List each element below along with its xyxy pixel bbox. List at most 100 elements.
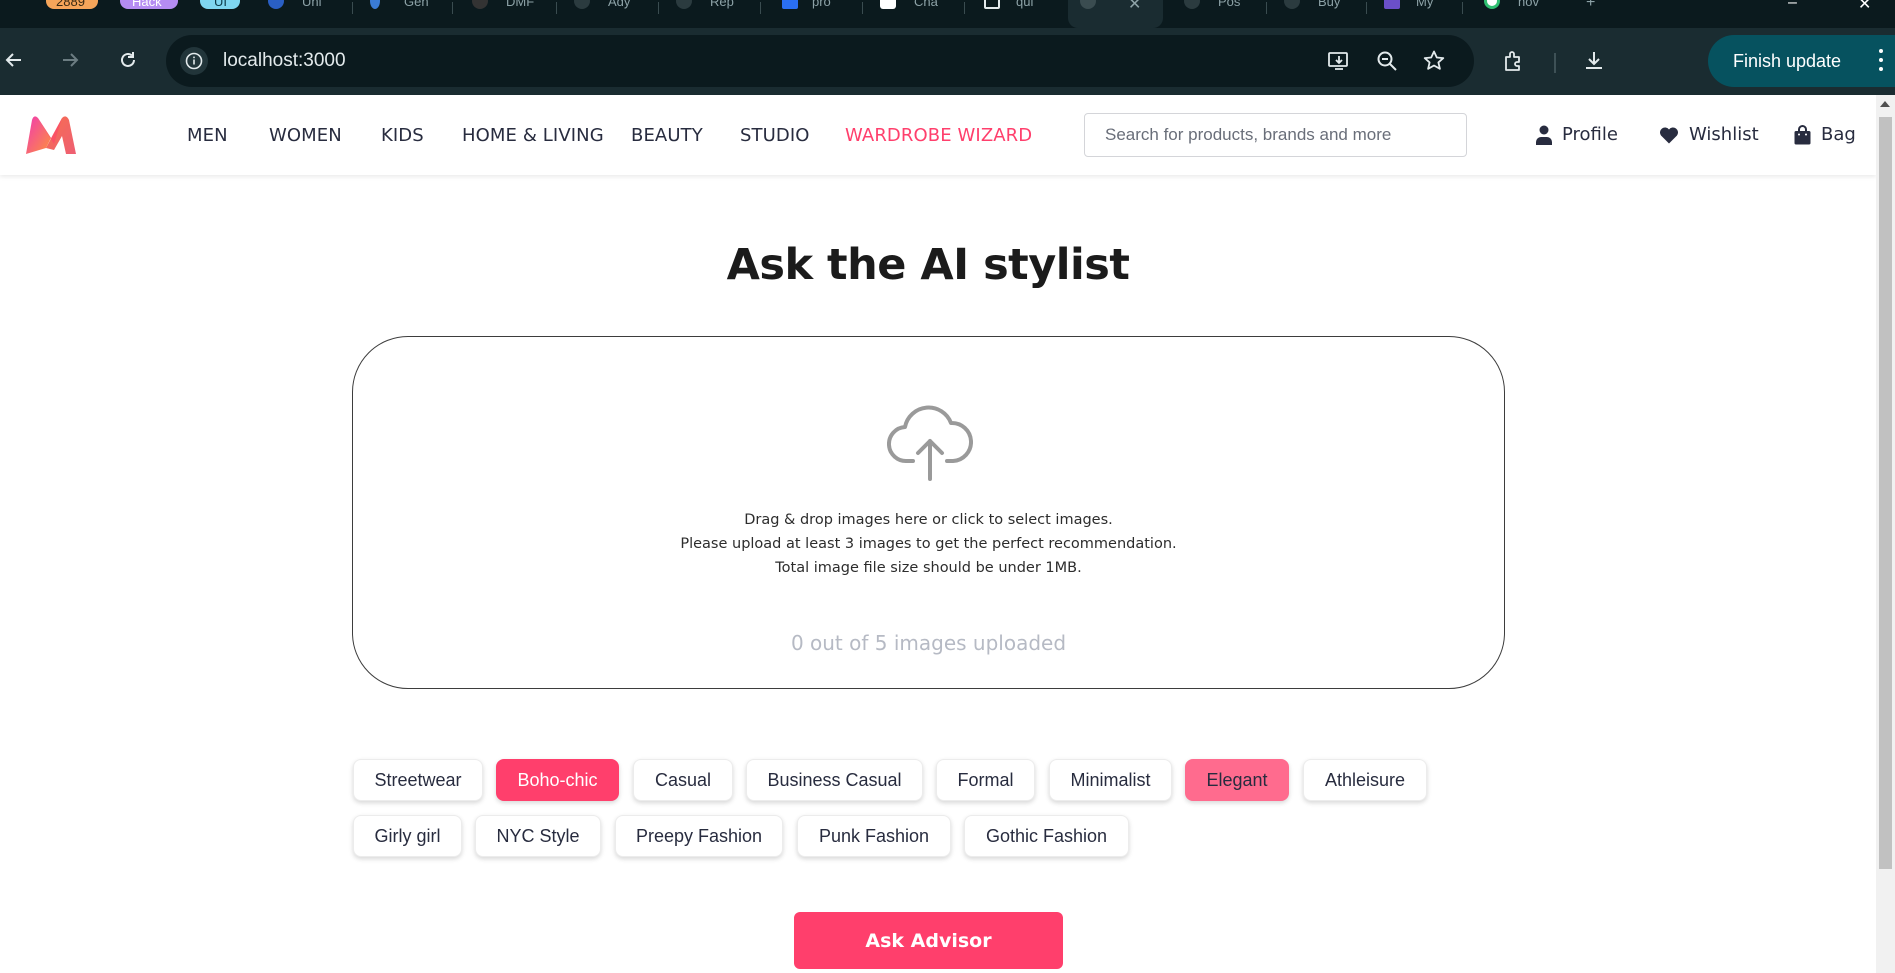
tab-title[interactable]: Cha — [914, 0, 938, 9]
page-scrollbar[interactable] — [1876, 95, 1895, 973]
tab-favicon — [370, 0, 380, 9]
tab-title[interactable]: qui — [1016, 0, 1033, 9]
nav-home-living[interactable]: HOME & LIVING — [462, 125, 604, 146]
toolbar-divider — [1554, 53, 1556, 73]
tab-separator — [658, 2, 659, 14]
new-tab-icon[interactable]: + — [1586, 0, 1595, 12]
tab-favicon — [472, 0, 488, 9]
scroll-thumb[interactable] — [1879, 117, 1892, 869]
forward-arrow-icon — [63, 53, 79, 67]
nav-kids[interactable]: KIDS — [381, 125, 424, 146]
bag-icon — [1794, 124, 1811, 144]
style-chip-streetwear[interactable]: Streetwear — [353, 759, 483, 801]
downloads-icon[interactable] — [1576, 43, 1612, 79]
style-chip-athleisure[interactable]: Athleisure — [1303, 759, 1427, 801]
tab-title[interactable]: Ady — [608, 0, 630, 9]
tab-favicon — [782, 0, 798, 9]
tab-separator — [1266, 2, 1267, 14]
zoom-icon[interactable] — [1374, 48, 1400, 74]
close-tab-icon[interactable]: ✕ — [1128, 0, 1141, 14]
bag-button[interactable]: Bag — [1794, 124, 1856, 145]
tab-separator — [1462, 2, 1463, 14]
style-chip-casual[interactable]: Casual — [633, 759, 733, 801]
tab-title[interactable]: hov — [1518, 0, 1539, 9]
wishlist-button[interactable]: Wishlist — [1659, 124, 1759, 145]
bookmark-star-icon[interactable] — [1421, 48, 1447, 74]
style-chip-elegant[interactable]: Elegant — [1185, 759, 1289, 801]
tab-separator — [556, 2, 557, 14]
heart-icon — [1660, 127, 1678, 143]
tab-favicon — [676, 0, 692, 9]
bag-label: Bag — [1821, 124, 1856, 145]
info-icon — [185, 52, 203, 70]
tab-separator — [964, 2, 965, 14]
style-chip-girly-girl[interactable]: Girly girl — [353, 815, 462, 857]
tab-separator — [862, 2, 863, 14]
minimize-icon[interactable]: – — [1788, 0, 1797, 12]
tab-title[interactable]: My — [1416, 0, 1433, 9]
profile-button[interactable]: Profile — [1536, 124, 1618, 145]
reload-button[interactable] — [110, 42, 146, 78]
finish-update-label: Finish update — [1733, 50, 1842, 71]
upload-instruction-line2: Please upload at least 3 images to get t… — [680, 536, 1177, 552]
tab-favicon — [268, 0, 284, 9]
style-chip-formal[interactable]: Formal — [936, 759, 1035, 801]
tab-favicon — [1184, 0, 1200, 9]
cloud-upload-icon — [887, 405, 973, 481]
myntra-logo[interactable] — [24, 114, 78, 156]
nav-wardrobe-wizard[interactable]: WARDROBE WIZARD — [845, 125, 1032, 146]
address-bar[interactable]: localhost:3000 — [166, 35, 1474, 87]
tab-title[interactable]: Buy — [1318, 0, 1340, 9]
profile-label: Profile — [1562, 124, 1618, 145]
tab-title[interactable]: Uni — [302, 0, 322, 9]
site-header: MEN WOMEN KIDS HOME & LIVING BEAUTY STUD… — [0, 95, 1876, 175]
more-menu-icon[interactable] — [1879, 49, 1883, 71]
tab-favicon — [880, 0, 896, 9]
tab-title[interactable]: DMF — [506, 0, 534, 9]
style-chip-nyc-style[interactable]: NYC Style — [475, 815, 601, 857]
upload-instruction-line3: Total image file size should be under 1M… — [775, 560, 1082, 576]
url-text[interactable]: localhost:3000 — [223, 50, 346, 72]
extensions-icon[interactable] — [1496, 43, 1532, 79]
style-chip-preepy-fashion[interactable]: Preepy Fashion — [615, 815, 783, 857]
profile-icon — [1536, 125, 1552, 145]
style-chip-gothic-fashion[interactable]: Gothic Fashion — [964, 815, 1129, 857]
tab-favicon — [1484, 0, 1500, 9]
finish-update-button[interactable]: Finish update — [1708, 35, 1895, 87]
search-input[interactable] — [1084, 113, 1467, 157]
style-chip-minimalist[interactable]: Minimalist — [1049, 759, 1172, 801]
page-title: Ask the AI stylist — [726, 240, 1130, 290]
back-button[interactable] — [0, 42, 32, 78]
tab-title[interactable]: Rep — [710, 0, 734, 9]
site-info-icon[interactable] — [180, 47, 208, 75]
tab-title[interactable]: Gen — [404, 0, 429, 9]
forward-button[interactable] — [52, 42, 88, 78]
tab-favicon — [1080, 0, 1096, 9]
tab-title[interactable]: pro — [812, 0, 831, 9]
style-chip-punk-fashion[interactable]: Punk Fashion — [797, 815, 951, 857]
tab-favicon — [984, 0, 1000, 9]
tab-group-label: UI — [214, 0, 227, 9]
install-app-icon[interactable] — [1326, 48, 1352, 74]
upload-instruction-line1: Drag & drop images here or click to sele… — [744, 512, 1113, 528]
close-window-icon[interactable]: ✕ — [1858, 0, 1871, 14]
nav-women[interactable]: WOMEN — [269, 125, 342, 146]
scroll-up-arrow-icon[interactable] — [1880, 101, 1890, 107]
style-chip-boho-chic[interactable]: Boho-chic — [496, 759, 619, 801]
ask-advisor-button[interactable]: Ask Advisor — [794, 912, 1063, 969]
style-chip-business-casual[interactable]: Business Casual — [746, 759, 923, 801]
nav-men[interactable]: MEN — [187, 125, 228, 146]
image-upload-dropzone[interactable]: Drag & drop images here or click to sele… — [352, 336, 1505, 689]
wishlist-label: Wishlist — [1689, 124, 1759, 145]
nav-beauty[interactable]: BEAUTY — [631, 125, 703, 146]
tab-separator — [1366, 2, 1367, 14]
active-tab[interactable]: ✕ — [1068, 0, 1163, 28]
tab-separator — [352, 2, 353, 14]
tab-title[interactable]: Pos — [1218, 0, 1240, 9]
reload-icon — [121, 52, 135, 67]
tab-favicon — [574, 0, 590, 9]
nav-studio[interactable]: STUDIO — [740, 125, 810, 146]
tab-favicon — [1384, 0, 1400, 9]
tab-group-label: Hack — [132, 0, 162, 9]
tab-separator — [452, 2, 453, 14]
